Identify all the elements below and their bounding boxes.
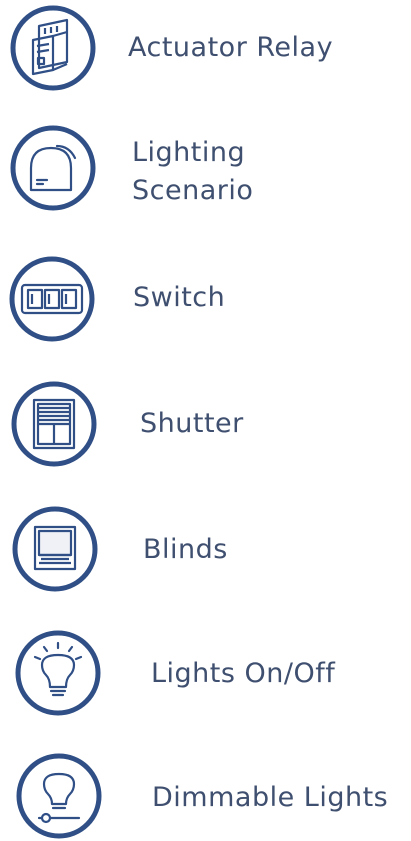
device-label: Blinds <box>143 534 228 565</box>
device-item-blinds[interactable]: Blinds <box>0 500 411 596</box>
device-label-line2: Scenario <box>132 175 254 206</box>
device-item-actuator-relay[interactable]: Actuator Relay <box>0 2 411 97</box>
device-label: Actuator Relay <box>128 32 334 63</box>
device-item-dimmable-lights[interactable]: Dimmable Lights <box>0 750 411 841</box>
device-label: Switch <box>133 282 226 313</box>
lighting-scenario-icon <box>9 124 97 212</box>
device-item-lighting-scenario[interactable]: Lighting Scenario <box>0 120 411 216</box>
device-label-line1: Lighting <box>132 137 246 168</box>
device-item-lights-on-off[interactable]: Lights On/Off <box>0 624 411 720</box>
dimmable-lightbulb-icon <box>15 752 103 840</box>
blinds-icon <box>11 505 99 593</box>
switch-icon <box>8 255 96 343</box>
relay-icon <box>9 4 97 92</box>
shutter-icon <box>10 380 98 468</box>
device-label: Dimmable Lights <box>152 782 389 813</box>
device-item-shutter[interactable]: Shutter <box>0 376 411 470</box>
device-label: Lights On/Off <box>151 658 336 689</box>
device-item-switch[interactable]: Switch <box>0 249 411 344</box>
device-label: Shutter <box>140 408 244 439</box>
lightbulb-rays-icon <box>14 629 102 717</box>
